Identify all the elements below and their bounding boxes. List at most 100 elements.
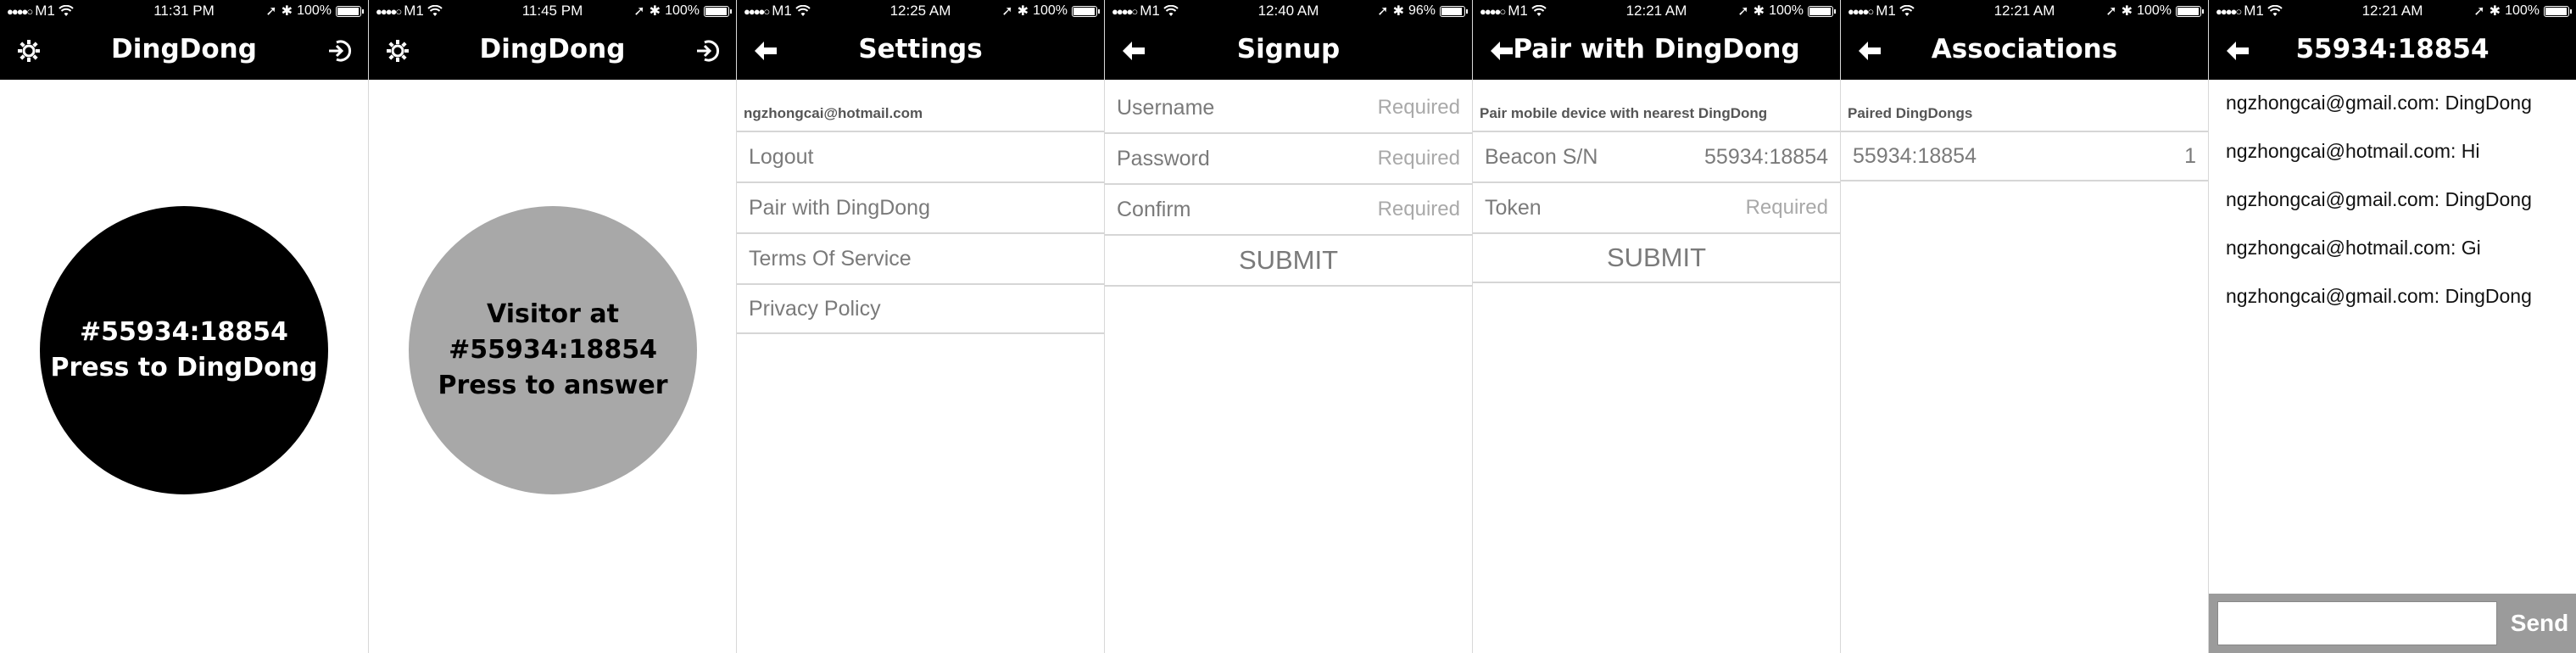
battery-icon (2544, 5, 2572, 17)
battery-icon (704, 5, 732, 17)
status-right: ➚ ✱ 100% (2473, 3, 2572, 20)
association-row[interactable]: 55934:18854 1 (1841, 131, 2208, 181)
header-bar: ●●●●○ M1 11:31 PM ➚ ✱ 100% DingDong (0, 0, 368, 80)
settings-list: Logout Pair with DingDong Terms Of Servi… (737, 131, 1104, 334)
status-bar: ●●●●○ M1 12:21 AM ➚ ✱ 100% (2209, 0, 2576, 22)
signup-form: Username Required Password Required Conf… (1105, 83, 1472, 287)
header-bar: ●●●●○ M1 12:40 AM ➚ ✱ 96% Signup (1105, 0, 1472, 80)
message-list: ngzhongcai@gmail.com: DingDong ngzhongca… (2226, 92, 2568, 333)
status-bar: ●●●●○ M1 12:40 AM ➚ ✱ 96% (1105, 0, 1472, 22)
token-field[interactable]: Token Required (1473, 181, 1840, 232)
field-placeholder: Required (1377, 198, 1460, 220)
settings-item-label: Pair with DingDong (749, 195, 930, 220)
status-bar: ●●●●○ M1 12:25 AM ➚ ✱ 100% (737, 0, 1104, 22)
screen-visitor: ●●●●○ M1 11:45 PM ➚ ✱ 100% DingDong Visi… (368, 0, 736, 653)
settings-item-label: Terms Of Service (749, 246, 912, 271)
bluetooth-icon: ✱ (2489, 4, 2501, 19)
battery-icon (1808, 5, 1836, 17)
field-value: 55934:18854 (1704, 144, 1828, 169)
settings-item-terms[interactable]: Terms Of Service (737, 232, 1104, 283)
logout-icon[interactable] (690, 34, 724, 68)
status-bar: ●●●●○ M1 12:21 AM ➚ ✱ 100% (1473, 0, 1840, 22)
send-button[interactable]: Send (2510, 601, 2569, 645)
field-placeholder: Required (1745, 196, 1828, 219)
battery-percent: 100% (297, 3, 332, 18)
button-line: Press to DingDong (50, 353, 318, 382)
bluetooth-icon: ✱ (1392, 4, 1404, 19)
location-icon: ➚ (1737, 4, 1749, 19)
field-label: Beacon S/N (1485, 144, 1598, 169)
battery-icon (1440, 5, 1468, 17)
location-icon: ➚ (1001, 4, 1013, 19)
password-field[interactable]: Password Required (1105, 134, 1472, 185)
screen-settings: ●●●●○ M1 12:25 AM ➚ ✱ 100% Settings ngzh… (736, 0, 1104, 653)
header-bar: ●●●●○ M1 12:21 AM ➚ ✱ 100% Associations (1841, 0, 2208, 80)
location-icon: ➚ (2473, 4, 2485, 19)
bluetooth-icon: ✱ (281, 4, 293, 19)
battery-icon (2176, 5, 2204, 17)
message-input[interactable] (2217, 601, 2497, 645)
association-count: 1 (2184, 143, 2196, 168)
association-label: 55934:18854 (1853, 143, 1977, 168)
field-label: Confirm (1117, 197, 1191, 221)
message-item: ngzhongcai@hotmail.com: Gi (2226, 237, 2481, 259)
compose-bar: Send (2209, 594, 2576, 653)
status-bar: ●●●●○ M1 11:31 PM ➚ ✱ 100% (0, 0, 368, 22)
account-email-header: ngzhongcai@hotmail.com (744, 105, 923, 121)
button-line: Press to answer (438, 371, 668, 400)
screen-signup: ●●●●○ M1 12:40 AM ➚ ✱ 96% Signup Usernam… (1104, 0, 1472, 653)
battery-percent: 100% (665, 3, 700, 18)
battery-icon (336, 5, 364, 17)
button-line: Visitor at (487, 299, 619, 329)
answer-button[interactable]: Visitor at #55934:18854 Press to answer (409, 206, 697, 494)
location-icon: ➚ (633, 4, 645, 19)
battery-percent: 100% (2505, 3, 2540, 18)
settings-item-privacy[interactable]: Privacy Policy (737, 283, 1104, 334)
location-icon: ➚ (1377, 4, 1389, 19)
dingdong-button[interactable]: #55934:18854 Press to DingDong (40, 206, 328, 494)
field-label: Token (1485, 195, 1542, 220)
header-bar: ●●●●○ M1 12:21 AM ➚ ✱ 100% Pair with Din… (1473, 0, 1840, 80)
confirm-field[interactable]: Confirm Required (1105, 185, 1472, 236)
logout-icon[interactable] (322, 34, 356, 68)
beacon-sn-field[interactable]: Beacon S/N 55934:18854 (1473, 131, 1840, 181)
battery-percent: 100% (2137, 3, 2172, 18)
screen-pair: ●●●●○ M1 12:21 AM ➚ ✱ 100% Pair with Din… (1472, 0, 1840, 653)
dingdong-button-text: #55934:18854 Press to DingDong (50, 315, 317, 386)
field-label: Password (1117, 146, 1210, 170)
page-title: Settings (858, 34, 983, 64)
location-icon: ➚ (2105, 4, 2117, 19)
message-item: ngzhongcai@gmail.com: DingDong (2226, 92, 2532, 114)
status-right: ➚ ✱ 96% (1377, 3, 1468, 20)
field-label: Username (1117, 95, 1215, 120)
battery-icon (1072, 5, 1100, 17)
location-icon: ➚ (265, 4, 277, 19)
pair-form: Beacon S/N 55934:18854 Token Required SU… (1473, 131, 1840, 283)
field-placeholder: Required (1377, 147, 1460, 170)
settings-item-logout[interactable]: Logout (737, 131, 1104, 181)
status-right: ➚ ✱ 100% (1737, 3, 1836, 20)
settings-item-pair[interactable]: Pair with DingDong (737, 181, 1104, 232)
submit-button[interactable]: SUBMIT (1473, 232, 1840, 283)
message-item: ngzhongcai@gmail.com: DingDong (2226, 188, 2532, 210)
submit-button[interactable]: SUBMIT (1105, 236, 1472, 287)
screen-home: ●●●●○ M1 11:31 PM ➚ ✱ 100% DingDong #559… (0, 0, 368, 653)
page-title: Signup (1236, 34, 1341, 64)
pair-instructions: Pair mobile device with nearest DingDong (1480, 105, 1768, 121)
bluetooth-icon: ✱ (2121, 4, 2133, 19)
battery-percent: 96% (1408, 3, 1436, 18)
field-placeholder: Required (1377, 96, 1460, 119)
screen-associations: ●●●●○ M1 12:21 AM ➚ ✱ 100% Associations (1840, 0, 2208, 653)
associations-list: 55934:18854 1 (1841, 131, 2208, 181)
button-line: #55934:18854 (80, 317, 288, 347)
page-title: Pair with DingDong (1513, 34, 1800, 64)
header-bar: ●●●●○ M1 12:25 AM ➚ ✱ 100% Settings (737, 0, 1104, 80)
settings-item-label: Privacy Policy (749, 296, 881, 321)
header-bar: ●●●●○ M1 11:45 PM ➚ ✱ 100% DingDong (369, 0, 736, 80)
button-line: #55934:18854 (449, 335, 657, 365)
status-bar: ●●●●○ M1 12:21 AM ➚ ✱ 100% (1841, 0, 2208, 22)
answer-button-text: Visitor at #55934:18854 Press to answer (438, 297, 668, 404)
battery-percent: 100% (1769, 3, 1804, 18)
username-field[interactable]: Username Required (1105, 83, 1472, 134)
screenshot-strip: ●●●●○ M1 11:31 PM ➚ ✱ 100% DingDong #559… (0, 0, 2576, 653)
